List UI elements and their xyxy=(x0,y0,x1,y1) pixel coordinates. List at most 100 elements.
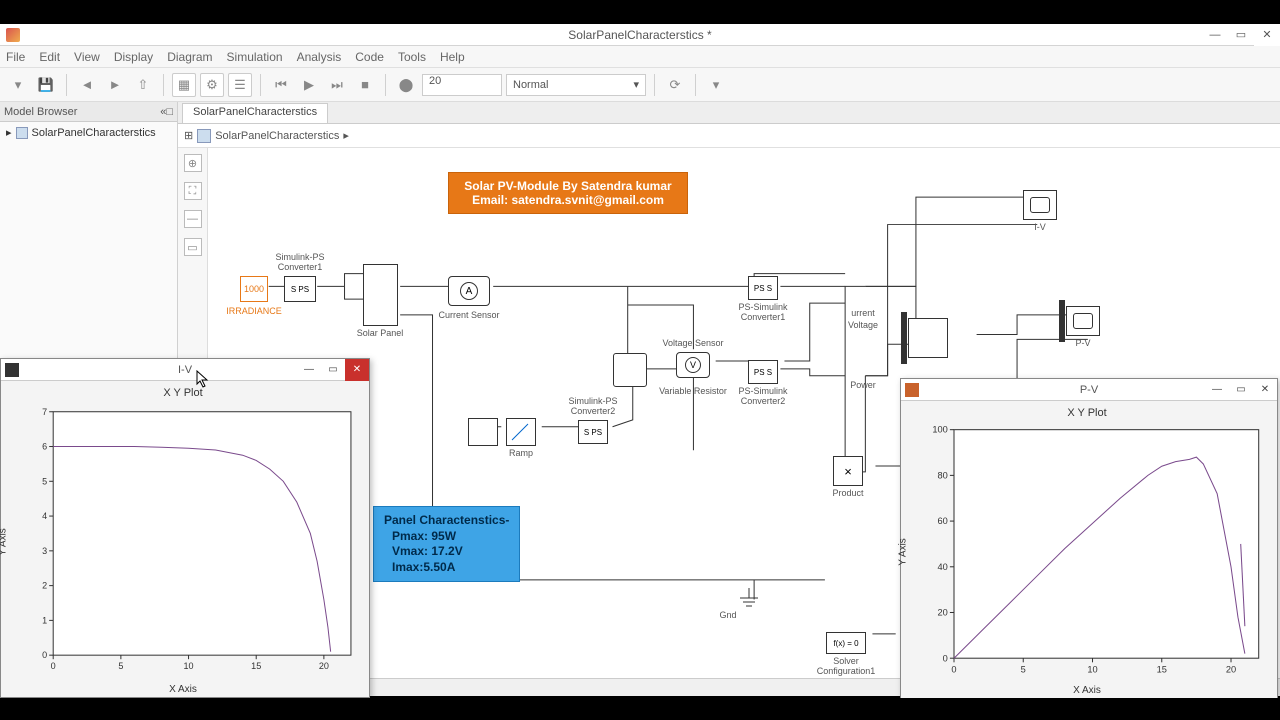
palette-hide-button[interactable]: ⊕ xyxy=(184,154,202,172)
panel-char-pmax: Pmax: 95W xyxy=(384,529,509,545)
run-button[interactable]: ▶ xyxy=(297,73,321,97)
solver-config-label: Solver Configuration1 xyxy=(817,656,876,676)
ramp-block[interactable] xyxy=(506,418,536,446)
simulation-mode-select[interactable]: Normal▾ xyxy=(506,74,646,96)
record-button[interactable]: ⬤ xyxy=(394,73,418,97)
svg-text:20: 20 xyxy=(1226,665,1236,675)
svg-text:4: 4 xyxy=(42,511,47,521)
svg-text:10: 10 xyxy=(183,661,193,671)
ground-block[interactable] xyxy=(738,588,760,617)
iv-plot-window[interactable]: I-V — ▭ ✕ X Y Plot Y Axis 05101520012345… xyxy=(0,358,370,698)
iv-plot-ylabel: Y Axis xyxy=(0,528,9,556)
iv-plot-xlabel: X Axis xyxy=(5,684,361,695)
variable-resistor-block[interactable] xyxy=(613,353,647,387)
display-block[interactable] xyxy=(908,318,948,358)
titlebar[interactable]: SolarPanelCharacterstics * — ▭ ✕ xyxy=(0,24,1280,46)
window-close-button[interactable]: ✕ xyxy=(1254,24,1280,46)
solver-config-block[interactable]: f(x) = 0 xyxy=(826,632,866,654)
model-icon xyxy=(16,127,28,139)
subsystem-block[interactable] xyxy=(468,418,498,446)
svg-text:7: 7 xyxy=(42,407,47,417)
iv-plot-maximize-button[interactable]: ▭ xyxy=(321,359,345,381)
pv-scope-block[interactable] xyxy=(1066,306,1100,336)
breadcrumb-toggle-icon[interactable]: ⊞ xyxy=(184,129,193,142)
model-browser-root-node[interactable]: ▸ SolarPanelCharacterstics xyxy=(6,126,171,139)
palette-annotation-button[interactable]: ▭ xyxy=(184,238,202,256)
pss-converter2-block[interactable]: PS S xyxy=(748,360,778,384)
iv-plot-minimize-button[interactable]: — xyxy=(297,359,321,381)
model-config-button[interactable]: ⚙ xyxy=(200,73,224,97)
iv-scope-block[interactable] xyxy=(1023,190,1057,220)
mux-block-1[interactable] xyxy=(901,312,907,364)
menu-diagram[interactable]: Diagram xyxy=(167,50,212,64)
breadcrumb-path[interactable]: SolarPanelCharacterstics xyxy=(215,130,339,142)
menu-simulation[interactable]: Simulation xyxy=(227,50,283,64)
pv-plot-window[interactable]: P-V — ▭ ✕ X Y Plot Y Axis 05101520020406… xyxy=(900,378,1278,698)
menu-view[interactable]: View xyxy=(74,50,100,64)
palette-zoom-button[interactable]: — xyxy=(184,210,202,228)
breadcrumb: ⊞ SolarPanelCharacterstics ▸ xyxy=(178,124,1280,148)
nav-back-button[interactable]: ◄ xyxy=(75,73,99,97)
editor-tab-active[interactable]: SolarPanelCharacterstics xyxy=(182,103,328,123)
toolbar: ▾ 💾 ◄ ► ⇧ ▦ ⚙ ☰ ⏮ ▶ ⏭ ■ ⬤ 20 Normal▾ ⟳ ▾ xyxy=(0,68,1280,102)
step-fwd-button[interactable]: ⏭ xyxy=(325,73,349,97)
irradiance-constant-block[interactable]: 1000 xyxy=(240,276,268,302)
pv-scope-label: P-V xyxy=(1075,338,1090,348)
nav-fwd-button[interactable]: ► xyxy=(103,73,127,97)
current-signal-label: urrent xyxy=(851,308,875,318)
menu-code[interactable]: Code xyxy=(355,50,384,64)
voltage-sensor-block[interactable]: V xyxy=(676,352,710,378)
menu-edit[interactable]: Edit xyxy=(39,50,60,64)
iv-plot-titlebar[interactable]: I-V — ▭ ✕ xyxy=(1,359,369,381)
pv-plot-title: X Y Plot xyxy=(905,407,1269,419)
title-annotation: Solar PV-Module By Satendra kumar Email:… xyxy=(448,172,688,214)
mux-block-2[interactable] xyxy=(1059,300,1065,342)
iv-plot-window-title: I-V xyxy=(178,364,192,376)
pv-plot-maximize-button[interactable]: ▭ xyxy=(1229,379,1253,401)
pv-plot-ylabel: Y Axis xyxy=(898,538,909,566)
library-browser-button[interactable]: ▦ xyxy=(172,73,196,97)
model-browser-collapse-icon[interactable]: «□ xyxy=(160,106,173,118)
svg-text:40: 40 xyxy=(938,562,948,572)
stop-time-input[interactable]: 20 xyxy=(422,74,502,96)
fast-restart-button[interactable]: ⟳ xyxy=(663,73,687,97)
model-browser-title: Model Browser xyxy=(4,106,77,118)
sps-converter1-label: Simulink-PS Converter1 xyxy=(275,252,324,272)
pss-converter1-block[interactable]: PS S xyxy=(748,276,778,300)
menu-display[interactable]: Display xyxy=(114,50,153,64)
build-button[interactable]: ▾ xyxy=(704,73,728,97)
menu-tools[interactable]: Tools xyxy=(398,50,426,64)
svg-text:1: 1 xyxy=(42,615,47,625)
svg-text:20: 20 xyxy=(938,608,948,618)
model-explorer-button[interactable]: ☰ xyxy=(228,73,252,97)
pv-plot-minimize-button[interactable]: — xyxy=(1205,379,1229,401)
save-button[interactable]: 💾 xyxy=(34,73,58,97)
svg-text:6: 6 xyxy=(42,442,47,452)
svg-text:5: 5 xyxy=(1021,665,1026,675)
panel-char-header: Panel Charactenstics- xyxy=(384,513,509,529)
current-sensor-block[interactable]: A xyxy=(448,276,490,306)
pv-plot-close-button[interactable]: ✕ xyxy=(1253,379,1277,401)
svg-text:10: 10 xyxy=(1087,665,1097,675)
power-signal-label: Power xyxy=(850,380,876,390)
window-minimize-button[interactable]: — xyxy=(1202,24,1228,46)
nav-up-button[interactable]: ⇧ xyxy=(131,73,155,97)
svg-text:0: 0 xyxy=(943,653,948,663)
pv-plot-titlebar[interactable]: P-V — ▭ ✕ xyxy=(901,379,1277,401)
stop-button[interactable]: ■ xyxy=(353,73,377,97)
window-maximize-button[interactable]: ▭ xyxy=(1228,24,1254,46)
menu-file[interactable]: File xyxy=(6,50,25,64)
menu-analysis[interactable]: Analysis xyxy=(297,50,342,64)
panel-char-imax: Imax:5.50A xyxy=(384,560,509,576)
panel-characteristics-annotation: Panel Charactenstics- Pmax: 95W Vmax: 17… xyxy=(373,506,520,582)
sps-converter2-block[interactable]: S PS xyxy=(578,420,608,444)
palette-fit-button[interactable]: ⛶ xyxy=(184,182,202,200)
product-block[interactable]: × xyxy=(833,456,863,486)
step-back-button[interactable]: ⏮ xyxy=(269,73,293,97)
pss-converter2-label: PS-Simulink Converter2 xyxy=(738,386,787,406)
iv-plot-close-button[interactable]: ✕ xyxy=(345,359,369,381)
new-model-button[interactable]: ▾ xyxy=(6,73,30,97)
sps-converter1-block[interactable]: S PS xyxy=(284,276,316,302)
menu-help[interactable]: Help xyxy=(440,50,465,64)
solar-panel-block[interactable] xyxy=(363,264,398,326)
